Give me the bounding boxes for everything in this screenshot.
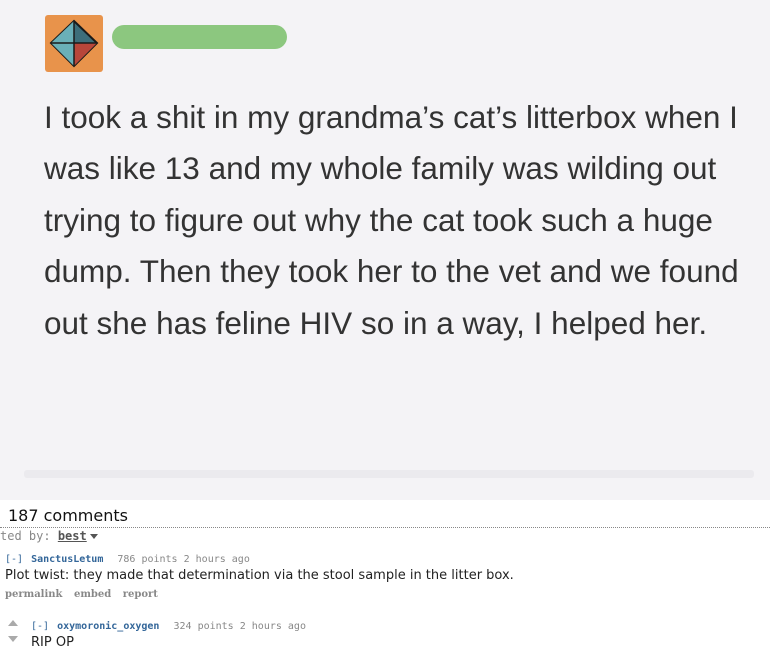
card-shadow bbox=[24, 470, 754, 478]
comment-tagline: [-] SanctusLetum 786 points 2 hours ago bbox=[5, 554, 514, 565]
divider bbox=[0, 527, 770, 528]
sort-value[interactable]: best bbox=[58, 529, 87, 543]
comment-points: 786 points bbox=[117, 554, 178, 565]
post-text: I took a shit in my grandma’s cat’s litt… bbox=[44, 99, 739, 341]
comment-buttons: permalink embed report bbox=[5, 589, 514, 600]
sort-label: ted by: bbox=[0, 529, 51, 543]
comments-count[interactable]: 187 comments bbox=[8, 506, 128, 525]
comment-author[interactable]: SanctusLetum bbox=[31, 554, 103, 565]
embed-link[interactable]: embed bbox=[74, 589, 111, 600]
diamond-logo-icon bbox=[49, 19, 99, 68]
comment-body: Plot twist: they made that determination… bbox=[5, 568, 514, 583]
comment-author[interactable]: oxymoronic_oxygen bbox=[57, 621, 159, 632]
comment-tagline: [-] oxymoronic_oxygen 324 points 2 hours… bbox=[31, 621, 306, 632]
sort-menu[interactable]: ted by: best bbox=[0, 529, 98, 543]
comment-points: 324 points bbox=[173, 621, 234, 632]
upvote-arrow-icon[interactable] bbox=[8, 620, 18, 626]
comment: [-] oxymoronic_oxygen 324 points 2 hours… bbox=[31, 621, 306, 650]
comment: [-] SanctusLetum 786 points 2 hours ago … bbox=[5, 554, 514, 600]
comment-time: 2 hours ago bbox=[239, 621, 306, 632]
collapse-toggle[interactable]: [-] bbox=[31, 621, 49, 632]
report-link[interactable]: report bbox=[123, 589, 158, 600]
post-screenshot: I took a shit in my grandma’s cat’s litt… bbox=[0, 0, 770, 500]
comment-time: 2 hours ago bbox=[183, 554, 250, 565]
comment-body: RIP OP bbox=[31, 635, 74, 650]
redacted-username bbox=[112, 25, 287, 49]
vote-arrows bbox=[8, 620, 20, 642]
avatar bbox=[45, 15, 103, 72]
permalink-link[interactable]: permalink bbox=[5, 589, 62, 600]
downvote-arrow-icon[interactable] bbox=[8, 636, 18, 642]
dropdown-caret-icon[interactable] bbox=[89, 534, 98, 539]
collapse-toggle[interactable]: [-] bbox=[5, 554, 23, 565]
